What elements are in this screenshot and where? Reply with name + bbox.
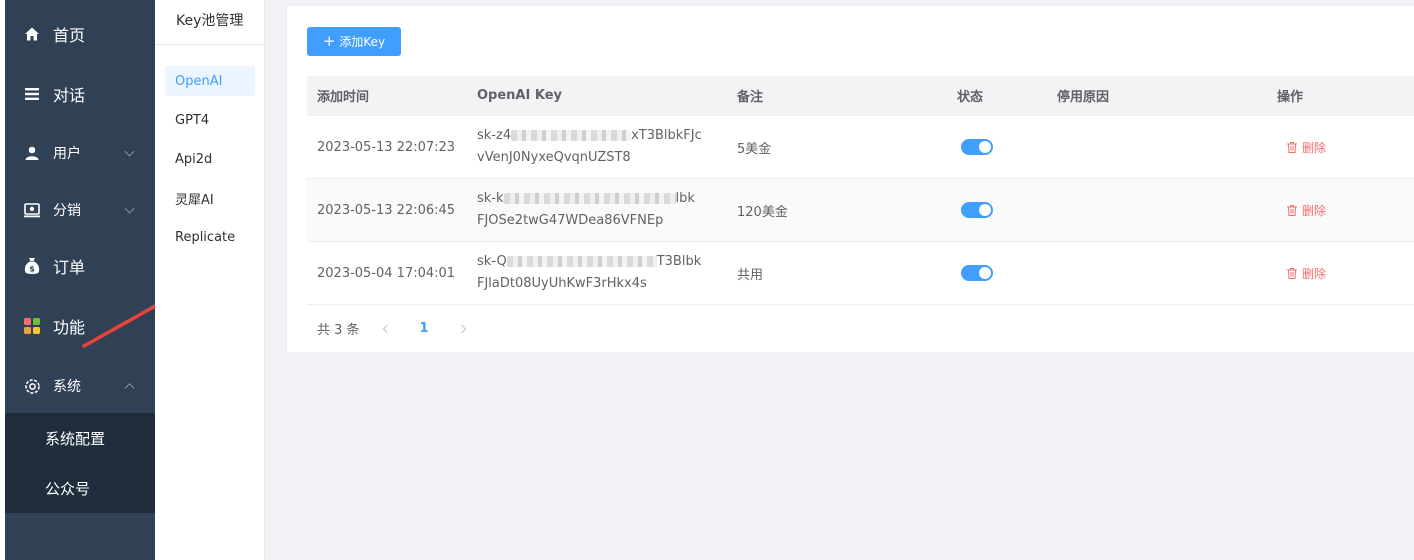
key-prefix: sk-Q — [477, 254, 507, 269]
table-row: 2023-05-13 22:06:45 sk-k lbk FJOSe2twG47W… — [307, 179, 1414, 242]
add-key-button[interactable]: + 添加Key — [307, 27, 401, 56]
provider-gpt4[interactable]: GPT4 — [165, 105, 255, 135]
key-line2: vVenJ0NyxeQvqnUZST8 — [477, 150, 631, 165]
header-openai-key: OpenAI Key — [477, 88, 562, 103]
header-note: 备注 — [737, 90, 764, 105]
delete-label: 删除 — [1302, 203, 1327, 218]
delete-label: 删除 — [1302, 140, 1327, 155]
nav-distribution-label: 分销 — [53, 203, 81, 219]
system-submenu: 系统配置 公众号 — [5, 413, 155, 513]
key-suffix: lbk — [675, 191, 695, 206]
key-prefix: sk-z4 — [477, 128, 512, 143]
header-status: 状态 — [957, 90, 984, 105]
delete-button[interactable]: 删除 — [1287, 139, 1326, 156]
row-key: sk-Q T3Blbk FJlaDt08UyUhKwF3rHkx4s — [477, 251, 717, 295]
next-page-icon[interactable] — [457, 324, 466, 333]
nav-home[interactable]: 首页 — [5, 6, 155, 62]
nav-system-label: 系统 — [53, 379, 81, 395]
row-time: 2023-05-13 22:06:45 — [317, 202, 456, 218]
row-key: sk-z4 xT3BlbkFJc vVenJ0NyxeQvqnUZST8 — [477, 125, 717, 169]
status-toggle[interactable] — [961, 265, 993, 281]
delete-button[interactable]: 删除 — [1287, 265, 1326, 282]
page-number[interactable]: 1 — [420, 321, 429, 336]
key-list-card: + 添加Key 添加时间 OpenAI Key 备注 状态 停用原因 操作 20… — [286, 5, 1414, 353]
distribution-icon — [23, 201, 41, 219]
header-disable-reason: 停用原因 — [1057, 90, 1110, 105]
table-header: 添加时间 OpenAI Key 备注 状态 停用原因 操作 — [307, 76, 1414, 116]
key-line2: FJlaDt08UyUhKwF3rHkx4s — [477, 276, 647, 291]
delete-button[interactable]: 删除 — [1287, 202, 1326, 219]
home-icon — [23, 25, 41, 43]
chevron-up-icon — [124, 383, 135, 394]
redacted-key-blur — [503, 193, 676, 204]
nav-orders[interactable]: $ 订单 — [5, 238, 155, 294]
status-toggle[interactable] — [961, 139, 993, 155]
key-prefix: sk-k — [477, 191, 504, 206]
trash-icon — [1287, 267, 1297, 279]
status-toggle[interactable] — [961, 202, 993, 218]
gear-icon — [23, 377, 41, 395]
key-suffix: T3Blbk — [656, 254, 702, 269]
trash-icon — [1287, 204, 1297, 216]
row-key: sk-k lbk FJOSe2twG47WDea86VFNEp — [477, 188, 717, 232]
provider-replicate[interactable]: Replicate — [165, 222, 255, 252]
nav-home-label: 首页 — [53, 26, 86, 45]
chevron-down-icon — [124, 203, 135, 214]
key-pool-sidebar: Key池管理 OpenAI GPT4 Api2d 灵犀AI Replicate — [155, 0, 265, 560]
trash-icon — [1287, 141, 1297, 153]
provider-api2d[interactable]: Api2d — [165, 144, 255, 174]
apps-grid-icon — [23, 317, 41, 335]
nav-chat[interactable]: 对话 — [5, 66, 155, 122]
provider-openai[interactable]: OpenAI — [165, 66, 255, 96]
nav-system[interactable]: 系统 — [5, 358, 155, 414]
row-note: 共用 — [737, 267, 764, 283]
add-key-label: 添加Key — [339, 35, 386, 49]
key-suffix: xT3BlbkFJc — [631, 128, 702, 143]
svg-text:$: $ — [29, 265, 35, 274]
pagination-total: 共 3 条 — [317, 323, 360, 338]
submenu-system-config[interactable]: 系统配置 — [5, 413, 155, 463]
row-time: 2023-05-04 17:04:01 — [317, 265, 456, 281]
menu-lines-icon — [23, 85, 41, 103]
table-row: 2023-05-13 22:07:23 sk-z4 xT3BlbkFJc vVen… — [307, 116, 1414, 179]
key-pool-title: Key池管理 — [155, 0, 264, 45]
nav-chat-label: 对话 — [53, 86, 86, 105]
nav-distribution[interactable]: 分销 — [5, 182, 155, 238]
table-row: 2023-05-04 17:04:01 sk-Q T3Blbk FJlaDt08U… — [307, 242, 1414, 305]
header-added-time: 添加时间 — [317, 90, 370, 105]
main-sidebar: 首页 对话 用户 分销 $ 订单 功能 系统 系统配置 公众号 — [0, 0, 155, 560]
money-bag-icon: $ — [23, 257, 41, 275]
prev-page-icon[interactable] — [382, 324, 391, 333]
delete-label: 删除 — [1302, 266, 1327, 281]
keys-table: 添加时间 OpenAI Key 备注 状态 停用原因 操作 2023-05-13… — [307, 76, 1414, 305]
submenu-official-account[interactable]: 公众号 — [5, 463, 155, 513]
chevron-down-icon — [124, 146, 135, 157]
nav-users[interactable]: 用户 — [5, 125, 155, 181]
key-line2: FJOSe2twG47WDea86VFNEp — [477, 213, 664, 228]
nav-users-label: 用户 — [53, 146, 81, 162]
provider-lingxi[interactable]: 灵犀AI — [165, 183, 255, 213]
row-note: 5美金 — [737, 141, 772, 157]
user-icon — [23, 144, 41, 162]
redacted-key-blur — [511, 130, 632, 141]
plus-icon: + — [322, 32, 336, 50]
pagination: 共 3 条 1 — [317, 319, 466, 338]
redacted-key-blur — [506, 256, 657, 267]
row-note: 120美金 — [737, 204, 788, 220]
row-time: 2023-05-13 22:07:23 — [317, 139, 456, 155]
nav-orders-label: 订单 — [53, 258, 86, 277]
header-actions: 操作 — [1277, 90, 1304, 105]
